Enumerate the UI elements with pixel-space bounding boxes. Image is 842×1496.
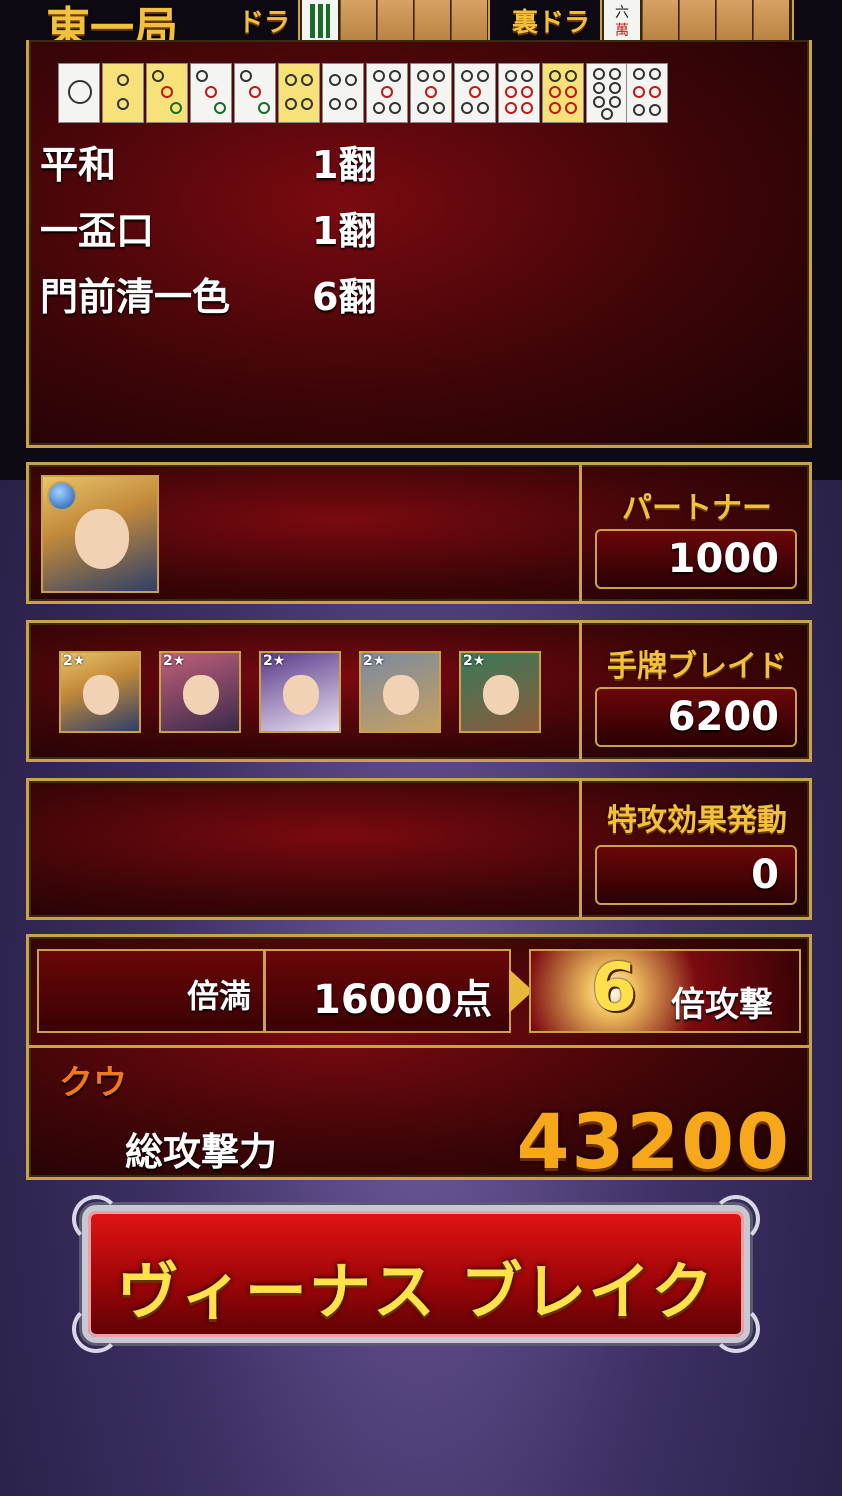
tile-9 bbox=[410, 63, 452, 123]
unit-portrait-2: 2★ bbox=[159, 651, 241, 733]
element-orb-icon bbox=[47, 481, 77, 511]
character-name: クウ bbox=[59, 1063, 127, 1103]
total-attack-label: 総攻撃力 bbox=[125, 1130, 278, 1174]
unit-portrait-4: 2★ bbox=[359, 651, 441, 733]
tile-14 bbox=[626, 63, 668, 123]
yaku-name-1: 平和 bbox=[40, 143, 117, 187]
yaku-name-3: 門前清一色 bbox=[40, 275, 231, 319]
special-value: 0 bbox=[595, 845, 797, 905]
tile-2 bbox=[102, 63, 144, 123]
tile-10 bbox=[454, 63, 496, 123]
tile-7 bbox=[322, 63, 364, 123]
partner-label: パートナー bbox=[622, 491, 772, 526]
tile-5 bbox=[234, 63, 276, 123]
venus-break-label: ヴィーナス ブレイク bbox=[116, 1255, 716, 1328]
score-points: 16000点 bbox=[313, 977, 493, 1023]
hand-break-label: 手牌ブレイド bbox=[607, 649, 787, 684]
yaku-han-1: 1翻 bbox=[312, 143, 377, 187]
tile-3 bbox=[146, 63, 188, 123]
score-row: 倍満 16000点 bbox=[37, 949, 511, 1033]
partner-portrait bbox=[41, 475, 159, 593]
hand-break-value: 6200 bbox=[595, 687, 797, 747]
unit-portrait-3: 2★ bbox=[259, 651, 341, 733]
score-rank: 倍満 bbox=[187, 977, 252, 1015]
yaku-han-3: 6翻 bbox=[312, 275, 377, 319]
tile-13 bbox=[586, 63, 628, 123]
tile-11 bbox=[498, 63, 540, 123]
special-label: 特攻効果発動 bbox=[607, 803, 787, 838]
partner-value: 1000 bbox=[595, 529, 797, 589]
tile-6 bbox=[278, 63, 320, 123]
special-panel: 特攻効果発動 0 bbox=[26, 778, 812, 920]
multiplier-box: 6 倍攻撃 bbox=[529, 949, 801, 1033]
yaku-name-2: 一盃口 bbox=[40, 209, 155, 253]
dora-tile bbox=[302, 0, 338, 44]
unit-portrait-5: 2★ bbox=[459, 651, 541, 733]
ura-dora-tile: 六萬 bbox=[604, 0, 640, 44]
unit-portrait-1: 2★ bbox=[59, 651, 141, 733]
partner-panel: パートナー 1000 bbox=[26, 462, 812, 604]
venus-break-button[interactable]: ヴィーナス ブレイク bbox=[72, 1195, 760, 1353]
ura-dora-label: 裏ドラ bbox=[512, 8, 591, 38]
tile-4 bbox=[190, 63, 232, 123]
score-panel: 倍満 16000点 6 倍攻撃 クウ 総攻撃力 43200 bbox=[26, 934, 812, 1186]
hand-break-panel: 2★ 2★ 2★ 2★ 2★ 手牌ブレイド 6200 bbox=[26, 620, 812, 762]
tile-1 bbox=[58, 63, 100, 123]
multiplier-label: 倍攻撃 bbox=[671, 985, 773, 1025]
tile-12 bbox=[542, 63, 584, 123]
tile-8 bbox=[366, 63, 408, 123]
multiplier-value: 6 bbox=[591, 949, 637, 1026]
corner-ornament-tl bbox=[72, 1195, 120, 1243]
corner-ornament-tr bbox=[712, 1195, 760, 1243]
total-attack-value: 43200 bbox=[516, 1097, 791, 1186]
score-divider-line bbox=[29, 1045, 809, 1048]
yaku-han-2: 1翻 bbox=[312, 209, 377, 253]
dora-label: ドラ bbox=[238, 8, 291, 38]
